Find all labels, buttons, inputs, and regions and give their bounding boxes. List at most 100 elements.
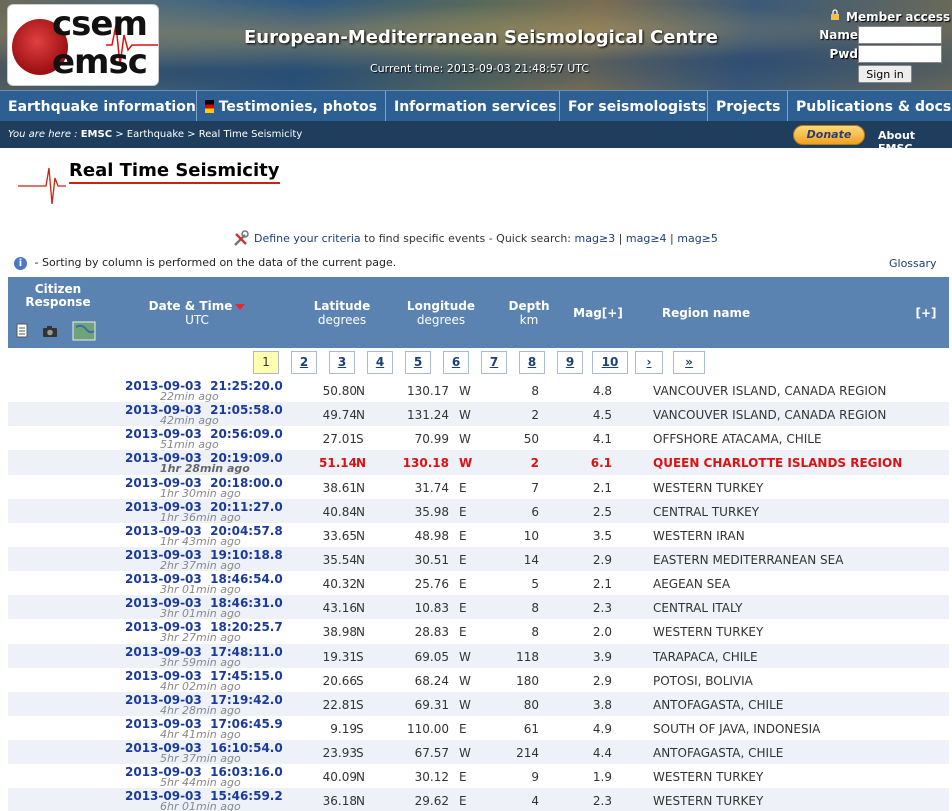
nav-label: Earthquake information xyxy=(8,98,196,115)
table-row[interactable]: 2013-09-03 20:19:09.0 1hr 28min ago 51.14 N… xyxy=(8,450,949,476)
camera-icon[interactable] xyxy=(42,325,58,337)
breadcrumb-home-link[interactable]: EMSC xyxy=(81,129,112,140)
nav-publications-docs[interactable]: Publications & docs xyxy=(788,91,952,122)
page-last[interactable]: » xyxy=(673,351,705,374)
table-row[interactable]: 2013-09-03 19:10:18.8 2hr 37min ago 35.54 N… xyxy=(8,546,949,572)
col-latitude[interactable]: Latitude degrees xyxy=(297,299,387,327)
sign-in-button[interactable]: Sign in xyxy=(858,65,912,83)
page-next[interactable]: › xyxy=(635,351,663,374)
event-magnitude: 2.3 xyxy=(592,601,612,616)
nav-for-seismologists[interactable]: For seismologists xyxy=(560,91,708,122)
event-depth: 10 xyxy=(523,528,539,543)
col-longitude[interactable]: Longitude degrees xyxy=(394,299,488,327)
event-region: WESTERN TURKEY xyxy=(653,625,764,640)
event-latitude: 38.98 xyxy=(322,625,357,640)
nav-label: Publications & docs xyxy=(796,98,952,115)
name-input[interactable] xyxy=(858,26,942,44)
nav-testimonies-photos[interactable]: Testimonies, photos xyxy=(197,91,386,122)
event-lon-hemisphere: E xyxy=(459,504,467,519)
event-longitude: 69.05 xyxy=(414,649,449,664)
event-latitude: 40.32 xyxy=(322,577,357,592)
col-date-time[interactable]: Date & Time UTC xyxy=(123,299,271,327)
map-icon[interactable] xyxy=(72,321,96,341)
page-link[interactable]: 10 xyxy=(592,351,628,374)
event-age: 1hr 28min ago xyxy=(160,462,250,476)
event-magnitude: 2.9 xyxy=(592,552,612,567)
event-longitude: 131.24 xyxy=(407,408,449,423)
event-lat-hemisphere: N xyxy=(356,384,365,398)
login-panel: Member access Name Pwd Sign in xyxy=(806,8,952,90)
table-row[interactable]: 2013-09-03 20:11:27.0 1hr 36min ago 40.84 N… xyxy=(8,498,949,524)
table-row[interactable]: 2013-09-03 17:06:45.9 4hr 41min ago 9.19 S 1… xyxy=(8,716,949,741)
table-row[interactable]: 2013-09-03 16:03:16.0 5hr 44min ago 40.09 N… xyxy=(8,764,949,789)
page-link[interactable]: 3 xyxy=(329,351,355,374)
table-row[interactable]: 2013-09-03 17:45:15.0 4hr 02min ago 20.66 S… xyxy=(8,668,949,693)
event-latitude: 20.66 xyxy=(322,673,357,688)
event-latitude: 23.93 xyxy=(322,746,357,761)
quick-search-mag4[interactable]: mag≥4 xyxy=(626,232,667,245)
table-row[interactable]: 2013-09-03 18:20:25.7 3hr 27min ago 38.98 N… xyxy=(8,619,949,644)
donate-button[interactable]: Donate xyxy=(793,125,865,145)
event-depth: 7 xyxy=(531,480,539,495)
glossary-link[interactable]: Glossary xyxy=(889,257,937,270)
event-lon-hemisphere: E xyxy=(459,552,467,567)
page-link[interactable]: 7 xyxy=(481,351,507,374)
site-title: European-Mediterranean Seismological Cen… xyxy=(244,27,718,48)
table-row[interactable]: 2013-09-03 21:25:20.0 22min ago 50.80 N 130.… xyxy=(8,378,949,403)
event-latitude: 19.31 xyxy=(322,649,357,664)
col-magnitude[interactable]: Mag[+] xyxy=(565,306,631,320)
page-link[interactable]: 6 xyxy=(443,351,469,374)
table-row[interactable]: 2013-09-03 16:10:54.0 5hr 37min ago 23.93 S… xyxy=(8,740,949,765)
emsc-logo[interactable]: csem emsc xyxy=(7,4,159,86)
name-label: Name xyxy=(819,28,858,42)
col-depth[interactable]: Depth km xyxy=(498,299,560,327)
col-region-name[interactable]: Region name xyxy=(651,306,761,320)
table-row[interactable]: 2013-09-03 21:05:58.0 42min ago 49.74 N 131.… xyxy=(8,402,949,427)
event-magnitude: 2.1 xyxy=(592,480,612,495)
table-row[interactable]: 2013-09-03 18:46:31.0 3hr 01min ago 43.16 N… xyxy=(8,595,949,620)
event-lon-hemisphere: E xyxy=(459,528,467,543)
password-input[interactable] xyxy=(858,45,942,63)
event-latitude: 49.74 xyxy=(322,408,357,423)
breadcrumb-bar: You are here : EMSC > Earthquake > Real … xyxy=(0,121,952,155)
col-date-time-unit: UTC xyxy=(185,313,209,327)
event-depth: 180 xyxy=(516,673,539,688)
event-age: 3hr 01min ago xyxy=(160,583,241,597)
table-row[interactable]: 2013-09-03 18:46:54.0 3hr 01min ago 40.32 N… xyxy=(8,571,949,597)
quick-search-mag5[interactable]: mag≥5 xyxy=(677,232,718,245)
page-link[interactable]: 8 xyxy=(519,351,545,374)
event-depth: 8 xyxy=(531,625,539,640)
event-lon-hemisphere: W xyxy=(459,649,471,664)
table-row[interactable]: 2013-09-03 17:19:42.0 4hr 28min ago 22.81 S… xyxy=(8,691,949,717)
page-link[interactable]: 9 xyxy=(557,351,583,374)
document-icon[interactable] xyxy=(16,323,28,338)
event-lat-hemisphere: N xyxy=(356,625,365,640)
event-longitude: 130.17 xyxy=(407,384,449,398)
table-row[interactable]: 2013-09-03 15:46:59.2 6hr 01min ago 36.18 N… xyxy=(8,788,949,811)
nav-projects[interactable]: Projects xyxy=(708,91,788,122)
event-lat-hemisphere: N xyxy=(356,504,365,519)
event-latitude: 35.54 xyxy=(322,552,357,567)
page-link[interactable]: 4 xyxy=(367,351,393,374)
nav-label: For seismologists xyxy=(568,98,707,115)
nav-earthquake-information[interactable]: Earthquake information xyxy=(0,91,197,122)
breadcrumb: You are here : EMSC > Earthquake > Real … xyxy=(8,129,302,140)
expand-columns-button[interactable]: [+] xyxy=(911,306,941,320)
page-link[interactable]: 2 xyxy=(291,351,317,374)
quick-search-mag3[interactable]: mag≥3 xyxy=(575,232,616,245)
table-row[interactable]: 2013-09-03 20:18:00.0 1hr 30min ago 38.61 N… xyxy=(8,475,949,500)
table-row[interactable]: 2013-09-03 20:56:09.0 51min ago 27.01 S 70.9… xyxy=(8,426,949,451)
table-row[interactable]: 2013-09-03 20:04:57.8 1hr 43min ago 33.65 N… xyxy=(8,523,949,548)
table-row[interactable]: 2013-09-03 17:48:11.0 3hr 59min ago 19.31 S… xyxy=(8,643,949,669)
page-link[interactable]: 5 xyxy=(405,351,431,374)
col-depth-label: Depth xyxy=(508,299,550,313)
define-criteria-link[interactable]: Define your criteria xyxy=(254,232,361,245)
page-current[interactable]: 1 xyxy=(253,351,279,374)
event-lon-hemisphere: E xyxy=(459,601,467,616)
sort-desc-icon xyxy=(235,303,246,310)
event-depth: 61 xyxy=(523,721,539,736)
nav-label: Testimonies, photos xyxy=(218,98,377,115)
event-magnitude: 6.1 xyxy=(590,456,612,471)
nav-information-services[interactable]: Information services xyxy=(386,91,560,122)
pwd-label: Pwd xyxy=(829,47,858,61)
